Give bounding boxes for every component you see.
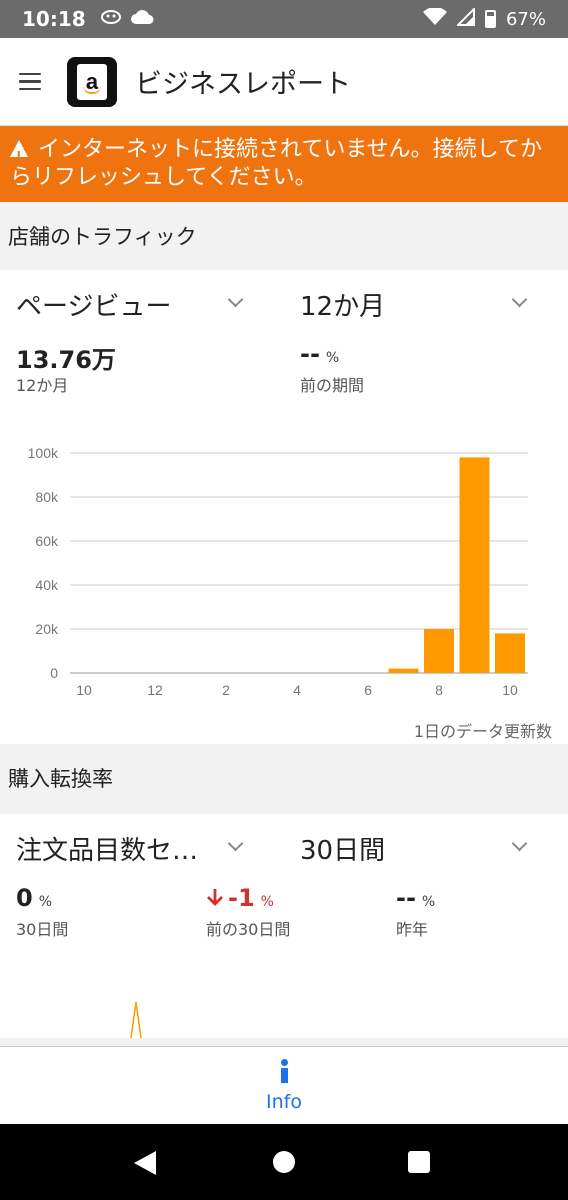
status-time: 10:18: [22, 7, 86, 31]
conversion-card: 注文品目数セ… 30日間 0% 30日間 -1% 前の30日間 --% 昨年: [0, 814, 568, 1038]
conversion-stat: --%: [396, 884, 436, 912]
y-tick-label: 20k: [35, 621, 59, 637]
info-icon[interactable]: [278, 1059, 290, 1085]
section-header-conversion: 購入転換率: [0, 744, 568, 812]
period-dropdown[interactable]: 12か月: [300, 286, 385, 323]
menu-icon[interactable]: [19, 72, 41, 91]
pageviews-value: 13.76万: [16, 346, 116, 374]
y-tick-label: 80k: [35, 489, 59, 505]
chart-bar: [459, 457, 490, 673]
section-title: 購入転換率: [8, 767, 113, 791]
change-caption: 前の期間: [300, 376, 365, 395]
bottom-navigation: Info: [0, 1046, 568, 1124]
x-tick-label: 6: [364, 682, 372, 698]
metric-dropdown[interactable]: 注文品目数セ…: [16, 830, 198, 867]
chevron-down-icon[interactable]: [227, 835, 244, 852]
home-icon[interactable]: [273, 1151, 295, 1173]
conversion-stat: -1%: [206, 884, 274, 913]
y-tick-label: 100k: [28, 445, 59, 461]
y-tick-label: 0: [50, 665, 58, 681]
x-tick-label: 10: [76, 682, 92, 698]
chart-bar: [424, 629, 454, 673]
offline-warning-banner: インターネットに接続されていません。接続してからリフレッシュしてください。: [0, 126, 568, 202]
x-tick-label: 4: [293, 682, 301, 698]
pageviews-bar-chart: 0 20k 40k 60k 80k 100k 10 12 2 4 6 8 10: [28, 445, 528, 698]
conversion-stat: 0%: [16, 884, 53, 912]
notification-icon: [100, 9, 122, 30]
traffic-card: ページビュー 12か月 13.76万 12か月 --% 前の期間 0 20k 40k…: [0, 270, 568, 744]
wifi-icon: [422, 6, 447, 31]
battery-percent: 67%: [505, 8, 546, 30]
x-tick-label: 8: [435, 682, 443, 698]
warning-icon: [10, 140, 28, 170]
metric-dropdown[interactable]: ページビュー: [16, 286, 171, 323]
chevron-down-icon[interactable]: [227, 291, 244, 308]
period-dropdown[interactable]: 30日間: [300, 830, 385, 867]
chart-bar: [388, 668, 419, 673]
x-tick-label: 2: [222, 682, 230, 698]
cloud-icon: [130, 9, 154, 30]
chart-footnote: 1日のデータ更新数: [413, 722, 552, 741]
status-bar: 10:18 67%: [0, 0, 568, 38]
conversion-stat-caption: 前の30日間: [206, 920, 291, 939]
change-value: --%: [300, 340, 340, 368]
chart-bar: [495, 633, 525, 673]
pageviews-caption: 12か月: [16, 376, 69, 395]
app-bar: a ビジネスレポート: [0, 38, 568, 126]
amazon-seller-logo: a: [67, 56, 117, 107]
battery-icon: [484, 10, 496, 28]
section-title: 店舗のトラフィック: [8, 225, 197, 249]
arrow-down-icon: [206, 885, 224, 913]
logo-letter: a: [77, 63, 107, 100]
chevron-down-icon[interactable]: [511, 291, 528, 308]
y-tick-label: 60k: [35, 533, 59, 549]
info-tab-label[interactable]: Info: [0, 1091, 568, 1113]
signal-icon: [455, 6, 475, 31]
conversion-stat-caption: 昨年: [396, 920, 429, 939]
conversion-chart: [130, 1001, 142, 1038]
conversion-stat-caption: 30日間: [16, 920, 69, 939]
banner-text: インターネットに接続されていません。接続してからリフレッシュしてください。: [10, 137, 543, 190]
section-header-traffic: 店舗のトラフィック: [0, 202, 568, 270]
x-tick-label: 10: [502, 682, 518, 698]
system-navigation-bar: [0, 1124, 568, 1200]
page-title: ビジネスレポート: [135, 69, 351, 100]
recents-icon[interactable]: [408, 1151, 430, 1173]
x-tick-label: 12: [147, 682, 163, 698]
y-tick-label: 40k: [35, 577, 59, 593]
back-icon[interactable]: [134, 1151, 156, 1175]
chevron-down-icon[interactable]: [511, 835, 528, 852]
